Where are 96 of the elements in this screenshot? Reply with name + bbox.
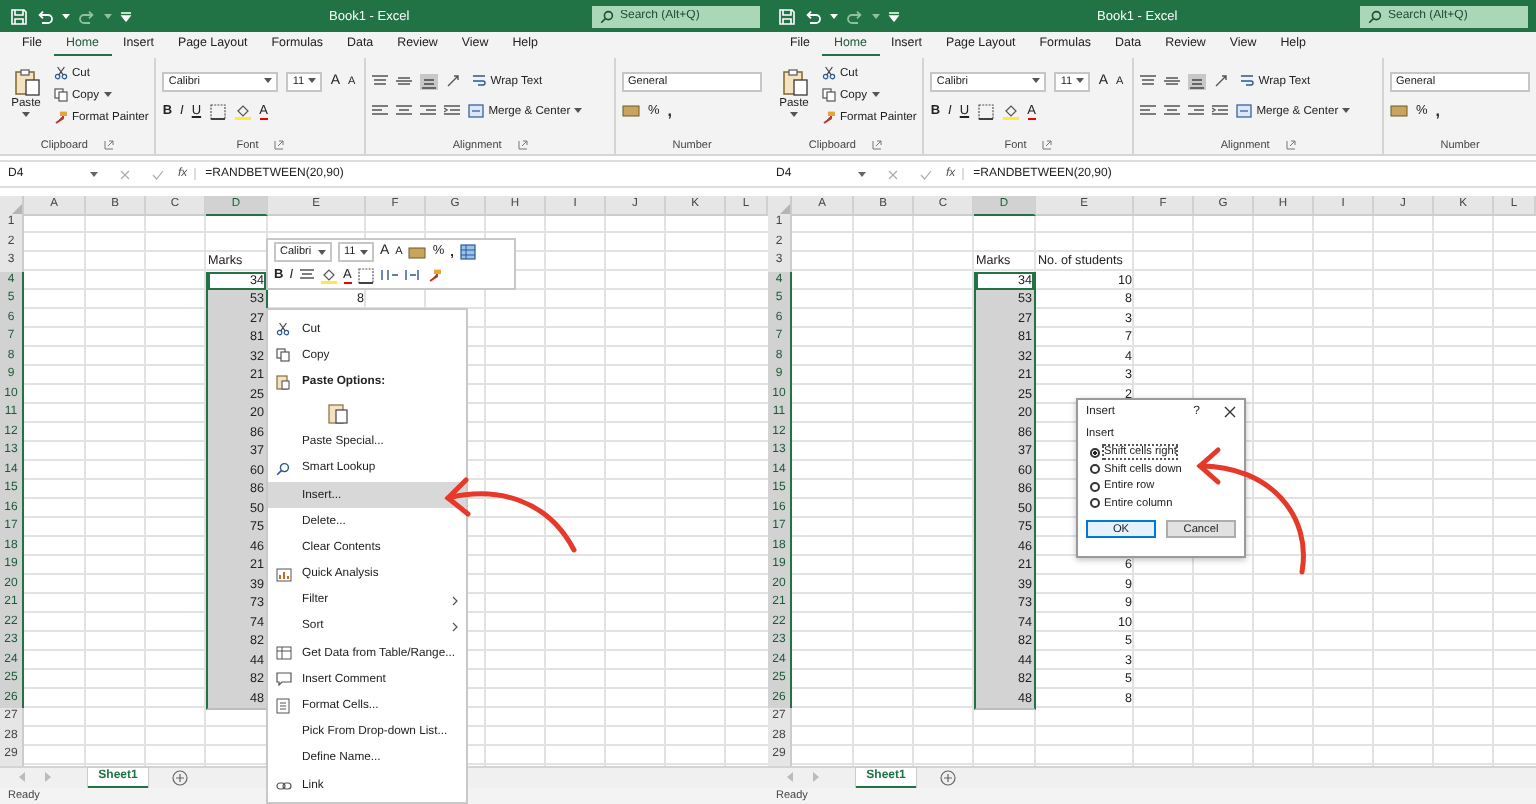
scissors-icon (276, 322, 290, 337)
borders-icon[interactable] (209, 103, 226, 119)
redo-icon[interactable] (846, 7, 864, 25)
clipboard-icon (781, 68, 807, 96)
paintbrush-icon[interactable] (427, 268, 442, 283)
chart-icon (276, 567, 292, 582)
wrap-icon (1240, 74, 1255, 88)
launcher-icon[interactable] (517, 140, 528, 150)
caret-icon (318, 249, 326, 256)
caret-icon (264, 78, 273, 84)
caret-icon (103, 92, 112, 98)
bottom-align-icon[interactable] (420, 73, 439, 89)
center-icon[interactable] (396, 104, 413, 118)
indent-icon[interactable] (1212, 104, 1229, 118)
wrap-icon (472, 74, 487, 88)
orientation-icon[interactable] (1214, 74, 1233, 88)
align-right-icon[interactable] (1188, 104, 1205, 118)
launcher-icon[interactable] (274, 140, 285, 150)
caret-icon (574, 108, 583, 114)
caret-icon[interactable] (872, 13, 880, 19)
customize-icon[interactable] (120, 11, 132, 21)
search-icon (1368, 9, 1382, 23)
caret-icon (308, 78, 317, 84)
launcher-icon[interactable] (871, 140, 882, 150)
middle-align-icon[interactable] (1164, 74, 1181, 88)
customize-icon[interactable] (888, 11, 900, 21)
radio-button[interactable] (1090, 464, 1100, 475)
comment-icon (276, 672, 292, 687)
close-icon[interactable] (1224, 406, 1236, 418)
search-icon (600, 9, 614, 23)
copy-icon (54, 88, 68, 102)
caret-icon[interactable] (62, 13, 70, 19)
caret-icon[interactable] (830, 13, 838, 19)
link-icon (276, 779, 292, 792)
clipboard-icon (13, 68, 39, 96)
search-icon (276, 461, 290, 476)
paintbrush-icon (54, 110, 68, 124)
caret-icon (1076, 78, 1085, 84)
table-format-icon[interactable] (459, 244, 476, 261)
clipboard-icon (328, 401, 348, 424)
fill-color-icon[interactable] (233, 103, 252, 119)
comma-button[interactable]: , (1435, 103, 1441, 119)
align-right-icon[interactable] (420, 104, 437, 118)
middle-align-icon[interactable] (396, 74, 413, 88)
caret-icon (871, 92, 880, 98)
caret-icon[interactable] (858, 171, 866, 177)
center-icon[interactable] (1164, 104, 1181, 118)
chevron-icon (452, 596, 458, 607)
table-icon (276, 646, 292, 661)
check-icon[interactable] (152, 169, 164, 179)
align-left-icon[interactable] (1140, 104, 1157, 118)
borders-icon[interactable] (977, 103, 994, 119)
copy-icon (822, 88, 836, 102)
cancel-icon[interactable] (888, 169, 898, 179)
radio-button[interactable] (1090, 498, 1100, 509)
top-align-icon[interactable] (372, 74, 389, 88)
caret-icon (360, 249, 368, 256)
save-icon[interactable] (778, 7, 796, 25)
scissors-icon (54, 66, 68, 80)
fill-color-icon[interactable] (1001, 103, 1020, 119)
check-icon[interactable] (920, 169, 932, 179)
top-align-icon[interactable] (1140, 74, 1157, 88)
indent-icon[interactable] (444, 104, 461, 118)
paintbrush-icon (822, 110, 836, 124)
caret-icon (790, 112, 798, 118)
merge-icon (1236, 104, 1253, 118)
radio-button[interactable] (1090, 447, 1100, 458)
center-icon[interactable] (299, 268, 314, 283)
caret-icon (1342, 108, 1351, 114)
launcher-icon[interactable] (1042, 140, 1053, 150)
bottom-align-icon[interactable] (1188, 73, 1207, 89)
undo-icon[interactable] (804, 7, 822, 25)
add-sheet-icon[interactable] (172, 769, 188, 785)
chevron-icon (452, 622, 458, 633)
radio-button[interactable] (1090, 481, 1100, 492)
orientation-icon[interactable] (446, 74, 465, 88)
launcher-icon[interactable] (1285, 140, 1296, 150)
launcher-icon[interactable] (103, 140, 114, 150)
clipboard-icon (276, 373, 290, 390)
undo-icon[interactable] (36, 7, 54, 25)
caret-icon (22, 112, 30, 118)
copy-icon (276, 348, 290, 363)
caret-icon[interactable] (104, 13, 112, 19)
scissors-icon (822, 66, 836, 80)
add-sheet-icon[interactable] (940, 769, 956, 785)
borders-icon[interactable] (357, 267, 374, 284)
fill-color-icon[interactable] (319, 267, 338, 284)
caret-icon (1032, 78, 1041, 84)
format-cells-icon (276, 698, 290, 715)
cancel-icon[interactable] (120, 169, 130, 179)
align-left-icon[interactable] (372, 104, 389, 118)
redo-icon[interactable] (78, 7, 96, 25)
comma-button[interactable]: , (667, 103, 673, 119)
caret-icon[interactable] (90, 171, 98, 177)
save-icon[interactable] (10, 7, 28, 25)
merge-icon (468, 104, 485, 118)
